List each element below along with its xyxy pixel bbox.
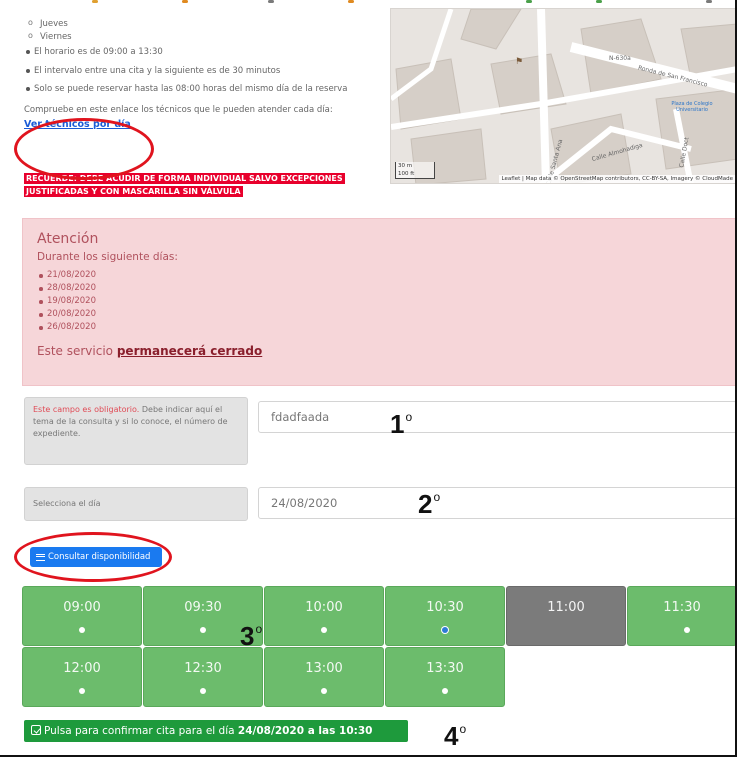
slot-radio[interactable] <box>200 688 206 694</box>
map-attribution[interactable]: Leaflet | Map data © OpenStreetMap contr… <box>498 175 736 183</box>
days-list: Jueves Viernes <box>24 17 374 44</box>
location-map[interactable]: ⚑ N-630a Ronda de San Francisco Calle Sa… <box>390 8 737 184</box>
schedule-info: Jueves Viernes El horario es de 09:00 a … <box>24 17 374 132</box>
checkbox-icon <box>31 725 41 735</box>
slot-radio[interactable] <box>321 688 327 694</box>
slot-radio[interactable] <box>321 627 327 633</box>
check-text: Compruebe en este enlace los técnicos qu… <box>24 104 333 115</box>
highlight-ring-tech-link <box>14 118 154 180</box>
time-slot[interactable]: 13:00 <box>264 647 384 707</box>
step-4-annotation: 4o <box>444 721 467 751</box>
time-slot[interactable]: 09:00 <box>22 586 142 646</box>
rule-item: Solo se puede reservar hasta las 08:00 h… <box>24 83 374 96</box>
slot-radio[interactable] <box>79 627 85 633</box>
closed-date: 28/08/2020 <box>37 282 722 295</box>
closed-notice: Este servicio permanecerá cerrado <box>37 344 263 358</box>
rule-item: El horario es de 09:00 a 13:30 <box>24 46 374 59</box>
slot-radio[interactable] <box>684 627 690 633</box>
step-3-annotation: 3o <box>240 621 263 651</box>
time-slot-selected[interactable]: 10:30 <box>385 586 505 646</box>
day-item: Viernes <box>24 30 374 44</box>
poi-icon: ⚑ <box>515 57 524 67</box>
slot-radio[interactable] <box>442 688 448 694</box>
closure-alert: Atención Durante los siguiente días: 21/… <box>22 218 737 386</box>
slot-radio[interactable] <box>79 688 85 694</box>
rules-list: El horario es de 09:00 a 13:30 El interv… <box>24 46 374 96</box>
step-2-annotation: 2o <box>418 489 441 519</box>
highlight-ring-consult-button <box>14 532 172 582</box>
closed-date: 19/08/2020 <box>37 295 722 308</box>
top-strip <box>0 0 737 4</box>
map-label: N-630a <box>609 55 631 62</box>
map-scale: 30 m 100 ft <box>395 162 435 179</box>
time-slots-grid: 09:00 09:30 10:00 10:30 11:00 11:30 12:0… <box>22 586 737 711</box>
time-slot[interactable]: 12:00 <box>22 647 142 707</box>
closed-date: 21/08/2020 <box>37 269 722 282</box>
alert-title: Atención <box>37 231 99 247</box>
time-slot-busy: 11:00 <box>506 586 626 646</box>
confirm-appointment-button[interactable]: Pulsa para confirmar cita para el día 24… <box>24 720 408 742</box>
topic-input[interactable]: fdadfaada <box>258 401 737 433</box>
closed-date: 26/08/2020 <box>37 321 722 334</box>
day-label: Selecciona el día <box>24 487 248 521</box>
time-slot[interactable]: 12:30 <box>143 647 263 707</box>
time-slot[interactable]: 13:30 <box>385 647 505 707</box>
time-slot[interactable]: 10:00 <box>264 586 384 646</box>
slot-radio[interactable] <box>200 627 206 633</box>
alert-subtitle: Durante los siguiente días: <box>37 251 178 263</box>
slot-radio[interactable] <box>442 627 448 633</box>
map-label: Plaza de Colegio Universitario <box>671 101 713 113</box>
day-input[interactable]: 24/08/2020 <box>258 487 737 519</box>
closed-dates-list: 21/08/2020 28/08/2020 19/08/2020 20/08/2… <box>37 269 722 334</box>
time-slot[interactable]: 11:30 <box>627 586 737 646</box>
day-item: Jueves <box>24 17 374 31</box>
step-1-annotation: 1o <box>390 409 413 439</box>
required-hint: Este campo es obligatorio. <box>33 405 140 414</box>
topic-label: Este campo es obligatorio. Debe indicar … <box>24 397 248 465</box>
closed-date: 20/08/2020 <box>37 308 722 321</box>
rule-item: El intervalo entre una cita y la siguien… <box>24 65 374 78</box>
